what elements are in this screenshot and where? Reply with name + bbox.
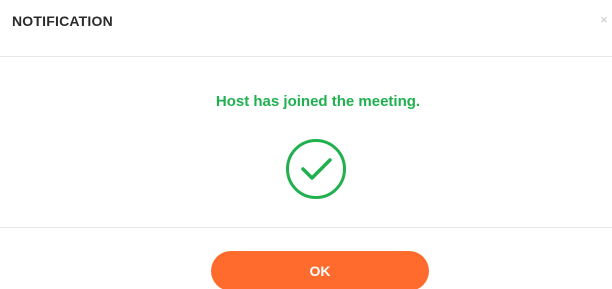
dialog-title: NOTIFICATION <box>12 13 113 29</box>
check-circle-icon <box>286 139 346 199</box>
dialog-body: Host has joined the meeting. <box>0 58 612 228</box>
notification-message: Host has joined the meeting. <box>215 93 421 110</box>
notification-dialog: NOTIFICATION × Host has joined the meeti… <box>0 0 612 289</box>
ok-button[interactable]: OK <box>211 251 429 289</box>
close-button[interactable]: × <box>598 12 610 28</box>
dialog-footer: OK <box>0 229 612 289</box>
dialog-header: NOTIFICATION × <box>0 0 612 57</box>
